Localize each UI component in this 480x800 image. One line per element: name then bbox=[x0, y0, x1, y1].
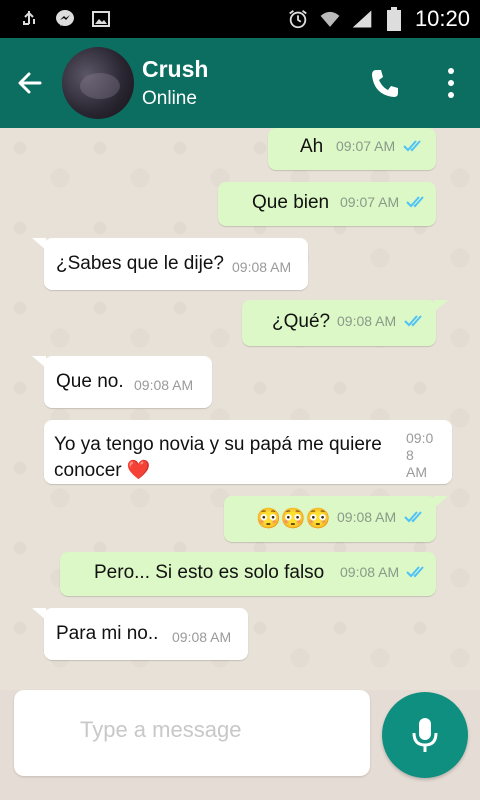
message-time: 09:08 AM bbox=[134, 377, 194, 393]
message-outgoing[interactable]: Que bien 09:07 AM bbox=[218, 182, 436, 226]
messenger-icon bbox=[54, 8, 76, 30]
mic-button[interactable] bbox=[382, 692, 468, 778]
contact-name: Crush bbox=[142, 56, 209, 82]
bubble-tail bbox=[32, 356, 46, 368]
signal-icon bbox=[351, 8, 373, 30]
double-check-icon bbox=[406, 196, 424, 208]
usb-debug-icon bbox=[18, 8, 40, 30]
message-input[interactable] bbox=[78, 716, 342, 744]
message-time: 09:07 AM bbox=[340, 194, 400, 210]
message-time-line-3: AM bbox=[406, 464, 427, 480]
message-text: 😳😳😳 bbox=[256, 508, 331, 530]
message-time: 09:08 AM bbox=[337, 509, 397, 525]
status-bar: 10:20 bbox=[0, 0, 480, 38]
message-outgoing[interactable]: 😳😳😳 09:08 AM bbox=[224, 496, 448, 542]
message-text-line-1: Yo ya tengo novia y su papá me quiere bbox=[54, 434, 382, 455]
message-text: Para mi no.. bbox=[56, 623, 159, 644]
message-text: Que no. bbox=[56, 371, 124, 392]
bubble-tail bbox=[32, 238, 46, 250]
avatar[interactable] bbox=[62, 47, 134, 119]
message-text: ¿Qué? bbox=[272, 311, 331, 332]
double-check-icon bbox=[403, 140, 421, 152]
double-check-icon bbox=[406, 566, 424, 578]
message-text: Ah bbox=[300, 136, 324, 157]
message-time: 09:08 AM bbox=[340, 564, 400, 580]
message-outgoing[interactable]: ¿Qué? 09:08 AM bbox=[242, 300, 448, 346]
chat-area[interactable]: Ah 09:07 AM Que bien 09:07 AM ¿Sabes que… bbox=[0, 128, 480, 690]
contact-info[interactable]: Crush Online bbox=[142, 56, 208, 110]
call-button[interactable] bbox=[368, 66, 402, 100]
more-vert-icon bbox=[448, 68, 454, 98]
message-incoming[interactable]: Yo ya tengo novia y su papá me quiere co… bbox=[44, 420, 452, 484]
bubble-tail bbox=[434, 496, 448, 508]
mic-icon bbox=[412, 718, 438, 752]
chat-header: Crush Online bbox=[0, 38, 480, 128]
back-button[interactable] bbox=[0, 38, 60, 128]
bubble-tail bbox=[32, 608, 46, 620]
message-time: 09:08 AM bbox=[232, 259, 292, 275]
message-text: ¿Sabes que le dije? bbox=[56, 253, 224, 274]
message-time: 09:08 AM bbox=[172, 629, 232, 645]
message-outgoing[interactable]: Pero... Si esto es solo falso 09:08 AM bbox=[60, 552, 436, 596]
gallery-icon bbox=[90, 8, 112, 30]
status-time: 10:20 bbox=[414, 6, 470, 31]
message-time: 09:07 AM bbox=[336, 138, 396, 154]
double-check-icon bbox=[404, 315, 422, 327]
battery-icon bbox=[383, 7, 405, 31]
message-composer bbox=[14, 690, 370, 776]
message-incoming[interactable]: Que no. 09:08 AM bbox=[32, 356, 212, 408]
more-options-button[interactable] bbox=[444, 66, 458, 100]
message-text: Que bien bbox=[252, 192, 330, 213]
arrow-back-icon bbox=[18, 72, 42, 94]
alarm-icon bbox=[287, 8, 309, 30]
phone-icon bbox=[372, 70, 398, 97]
message-time: 09:08 AM bbox=[337, 313, 397, 329]
message-time-line-1: 09:0 bbox=[406, 430, 434, 446]
bubble-tail bbox=[434, 300, 448, 312]
wifi-icon bbox=[319, 8, 341, 30]
message-time-line-2: 8 bbox=[406, 447, 414, 463]
message-incoming[interactable]: Para mi no.. 09:08 AM bbox=[32, 608, 248, 660]
message-text: Pero... Si esto es solo falso bbox=[94, 562, 325, 583]
message-outgoing[interactable]: Ah 09:07 AM bbox=[268, 128, 436, 170]
message-text-line-2: conocer ❤️ bbox=[54, 460, 151, 481]
message-incoming[interactable]: ¿Sabes que le dije? 09:08 AM bbox=[32, 238, 308, 290]
contact-status: Online bbox=[142, 88, 197, 109]
double-check-icon bbox=[404, 511, 422, 523]
